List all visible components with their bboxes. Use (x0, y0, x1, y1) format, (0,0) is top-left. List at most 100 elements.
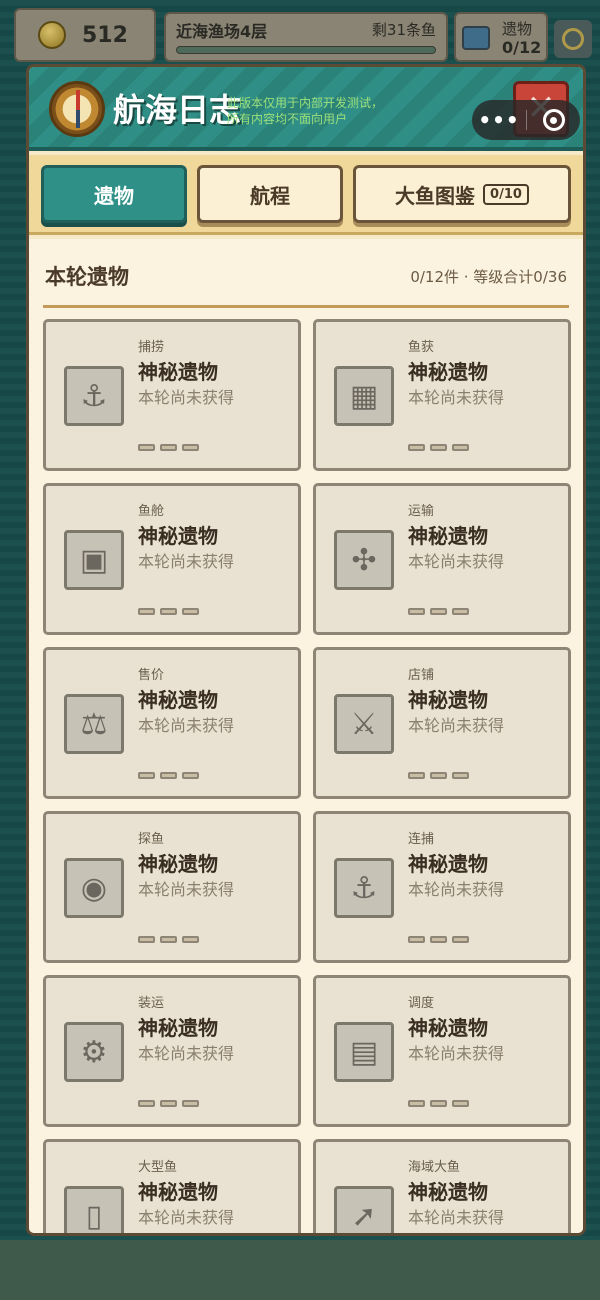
coin-icon (38, 21, 66, 49)
relic-level-pips (138, 608, 199, 615)
sonar-icon: ◉ (64, 858, 124, 918)
bottom-action-strip (0, 1240, 600, 1300)
relic-name: 神秘遗物 (138, 852, 218, 876)
relic-name: 神秘遗物 (138, 1180, 218, 1204)
relic-card[interactable]: ⚓ 捕捞 神秘遗物 本轮尚未获得 (43, 319, 301, 471)
relic-card[interactable]: ⚙ 装运 神秘遗物 本轮尚未获得 (43, 975, 301, 1127)
top-hud: 512 近海渔场4层 剩31条鱼 遗物 0/12 (12, 8, 592, 62)
stage-name: 近海渔场4层 (176, 22, 268, 41)
relic-category: 调度 (408, 996, 435, 1011)
relic-category: 鱼获 (408, 340, 435, 355)
relic-status: 本轮尚未获得 (138, 716, 235, 735)
relic-category: 海域大鱼 (408, 1160, 461, 1175)
relic-level-pips (408, 608, 469, 615)
dev-notice-line1: 此版本仅用于内部开发测试， (227, 96, 384, 110)
relic-card[interactable]: ⚔ 店铺 神秘遗物 本轮尚未获得 (313, 647, 571, 799)
relic-name: 神秘遗物 (408, 688, 488, 712)
relic-card[interactable]: ▯ 大型鱼 神秘遗物 本轮尚未获得 (43, 1139, 301, 1233)
tab-big-fish-badge: 0/10 (483, 183, 529, 205)
relic-status: 本轮尚未获得 (408, 552, 505, 571)
modal-title: 航海日志 (113, 91, 242, 129)
coin-value: 512 (82, 22, 128, 48)
relic-status: 本轮尚未获得 (408, 716, 505, 735)
relic-name: 神秘遗物 (138, 524, 218, 548)
knife-icon: ⚔ (334, 694, 394, 754)
coin-counter: 512 (14, 8, 156, 62)
relic-name: 神秘遗物 (138, 688, 218, 712)
relic-category: 店铺 (408, 668, 435, 683)
scale-icon: ⚖ (64, 694, 124, 754)
relic-level-pips (138, 936, 199, 943)
relic-card[interactable]: ▦ 鱼获 神秘遗物 本轮尚未获得 (313, 319, 571, 471)
tab-big-fish-codex[interactable]: 大鱼图鉴 0/10 (353, 165, 571, 223)
logbook-modal: 航海日志 此版本仅用于内部开发测试， 所有内容均不面向用户 ✕ 遗物 航程 大鱼… (26, 64, 586, 1236)
hook-icon: ⚓ (64, 366, 124, 426)
relic-category: 大型鱼 (138, 1160, 178, 1175)
relic-category: 运输 (408, 504, 435, 519)
stage-progress-bar (176, 46, 436, 54)
section-title: 本轮遗物 (45, 265, 129, 289)
relic-level-pips (408, 772, 469, 779)
net-icon: ▦ (334, 366, 394, 426)
section-divider (43, 305, 569, 308)
tab-big-fish-label: 大鱼图鉴 (395, 183, 476, 208)
compass-logo-icon (49, 81, 105, 137)
relic-name: 神秘遗物 (408, 1016, 488, 1040)
relic-card[interactable]: ⚓ 连捕 神秘遗物 本轮尚未获得 (313, 811, 571, 963)
map-icon: ▤ (334, 1022, 394, 1082)
relic-name: 神秘遗物 (408, 524, 488, 548)
harpoon-icon: ➚ (334, 1186, 394, 1233)
exit-miniprogram-button[interactable] (527, 109, 580, 131)
relic-status: 本轮尚未获得 (408, 388, 505, 407)
relic-status: 本轮尚未获得 (408, 880, 505, 899)
relic-level-pips (138, 772, 199, 779)
relic-category: 售价 (138, 668, 165, 683)
tab-voyage[interactable]: 航程 (197, 165, 343, 223)
relic-name: 神秘遗物 (138, 360, 218, 384)
relic-category: 捕捞 (138, 340, 165, 355)
tab-relics[interactable]: 遗物 (41, 165, 187, 223)
relic-card[interactable]: ▤ 调度 神秘遗物 本轮尚未获得 (313, 975, 571, 1127)
relic-count: 0/12 (502, 38, 542, 57)
safe-icon: ▣ (64, 530, 124, 590)
relic-status: 本轮尚未获得 (138, 388, 235, 407)
jar-icon: ▯ (64, 1186, 124, 1233)
relic-status: 本轮尚未获得 (408, 1208, 505, 1227)
relic-card[interactable]: ◉ 探鱼 神秘遗物 本轮尚未获得 (43, 811, 301, 963)
relic-level-pips (138, 444, 199, 451)
relic-name: 神秘遗物 (408, 360, 488, 384)
relic-category: 探鱼 (138, 832, 165, 847)
relic-category: 鱼舱 (138, 504, 165, 519)
more-menu-button[interactable]: ••• (472, 108, 526, 132)
relic-status: 本轮尚未获得 (408, 1044, 505, 1063)
dev-notice: 此版本仅用于内部开发测试， 所有内容均不面向用户 (227, 95, 383, 127)
target-icon (542, 109, 565, 131)
tab-bar: 遗物 航程 大鱼图鉴 0/10 (29, 155, 583, 235)
crane-icon: ⚙ (64, 1022, 124, 1082)
propeller-icon: ✣ (334, 530, 394, 590)
tab-voyage-label: 航程 (250, 183, 290, 208)
miniprogram-capsule: ••• (472, 100, 580, 140)
relic-name: 神秘遗物 (408, 852, 488, 876)
relic-status: 本轮尚未获得 (138, 552, 235, 571)
stage-remaining: 剩31条鱼 (371, 21, 436, 39)
relic-card[interactable]: ▣ 鱼舱 神秘遗物 本轮尚未获得 (43, 483, 301, 635)
relic-category: 连捕 (408, 832, 435, 847)
relic-status: 本轮尚未获得 (138, 880, 235, 899)
relic-card[interactable]: ➚ 海域大鱼 神秘遗物 本轮尚未获得 (313, 1139, 571, 1233)
relic-status: 本轮尚未获得 (138, 1044, 235, 1063)
compass-button[interactable] (554, 20, 592, 58)
relic-counter-button[interactable]: 遗物 0/12 (454, 12, 548, 62)
relic-label: 遗物 (502, 20, 533, 38)
dev-notice-line2: 所有内容均不面向用户 (227, 112, 348, 126)
relic-content[interactable]: 本轮遗物 0/12件 · 等级合计0/36 ⚓ 捕捞 神秘遗物 本轮尚未获得 ▦… (29, 239, 583, 1233)
relic-name: 神秘遗物 (138, 1016, 218, 1040)
compass-icon (562, 28, 584, 50)
relic-category: 装运 (138, 996, 165, 1011)
relic-card[interactable]: ⚖ 售价 神秘遗物 本轮尚未获得 (43, 647, 301, 799)
chest-icon (462, 26, 490, 50)
double-hook-icon: ⚓ (334, 858, 394, 918)
stage-info: 近海渔场4层 剩31条鱼 (164, 12, 448, 62)
tab-relics-label: 遗物 (94, 183, 134, 208)
relic-card[interactable]: ✣ 运输 神秘遗物 本轮尚未获得 (313, 483, 571, 635)
